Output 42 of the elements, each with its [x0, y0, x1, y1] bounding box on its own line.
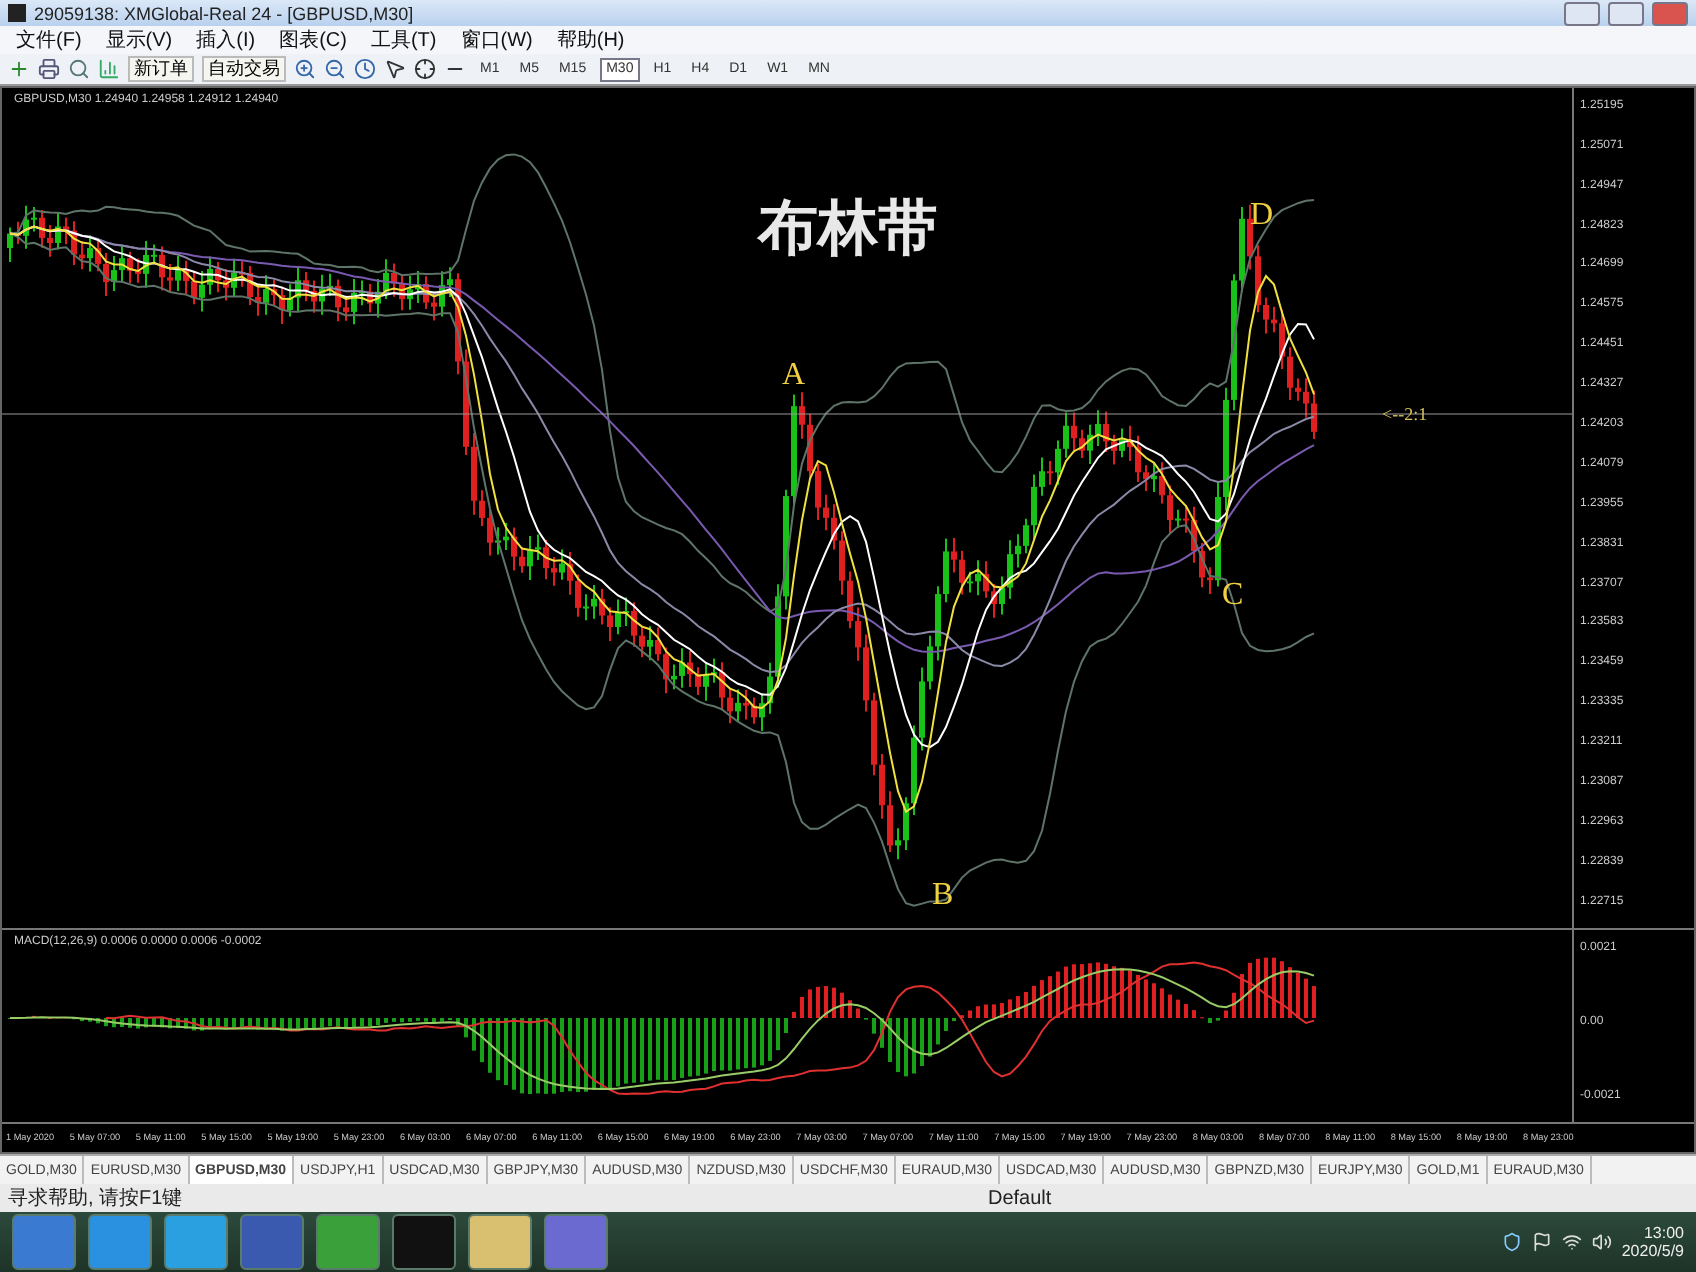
shield-icon[interactable] [1501, 1232, 1522, 1253]
volume-icon[interactable] [1591, 1232, 1612, 1253]
taskbar-app-icon[interactable] [468, 1214, 532, 1271]
window-title: 29059138: XMGlobal-Real 24 - [GBPUSD,M30] [34, 3, 416, 24]
taskbar-app-icon[interactable] [164, 1214, 228, 1271]
cursor-icon[interactable] [384, 58, 406, 81]
clock-time: 13:00 [1643, 1224, 1684, 1243]
zoom-in-icon[interactable] [294, 58, 316, 81]
taskbar-app-icon[interactable] [316, 1214, 380, 1271]
taskbar-app-icon[interactable] [392, 1214, 456, 1271]
taskbar-app-icon[interactable] [12, 1214, 76, 1271]
menu-item[interactable]: 插入(I) [196, 26, 256, 55]
bar-chart-icon[interactable] [98, 58, 120, 81]
menu-item[interactable]: 显示(V) [105, 26, 173, 55]
profile-name: Default [988, 1187, 1052, 1210]
point-label: A [782, 357, 806, 394]
close-button[interactable] [1652, 1, 1688, 26]
clock-date: 2020/5/9 [1621, 1242, 1684, 1261]
menu-item[interactable]: 工具(T) [370, 26, 437, 55]
printer-icon[interactable] [38, 58, 60, 81]
new-order-button[interactable]: 新订单 [128, 56, 194, 83]
zoom-out-icon[interactable] [324, 58, 346, 81]
crosshair-icon[interactable] [414, 58, 436, 81]
menu-item[interactable]: 帮助(H) [556, 26, 625, 55]
point-label: C [1222, 577, 1244, 614]
search-icon[interactable] [68, 58, 90, 81]
app-icon [8, 4, 26, 23]
flag-icon[interactable] [1531, 1232, 1552, 1253]
menu-item[interactable]: 图表(C) [279, 26, 347, 55]
status-help-text: 寻求帮助, 请按F1键 [8, 1185, 185, 1213]
taskbar-app-icon[interactable] [88, 1214, 152, 1271]
point-label: D [1250, 197, 1274, 234]
maximize-button[interactable] [1608, 1, 1644, 26]
menu-item[interactable]: 文件(F) [16, 26, 82, 55]
chart-title: 布林带 [758, 191, 938, 268]
minimize-button[interactable] [1564, 1, 1600, 26]
ratio-label: <--2:1 [1382, 403, 1428, 424]
add-icon[interactable] [8, 58, 30, 81]
auto-trading-button[interactable]: 自动交易 [202, 56, 286, 83]
point-label: B [932, 877, 954, 914]
menu-item[interactable]: 窗口(W) [460, 26, 533, 55]
clock-icon[interactable] [354, 58, 376, 81]
